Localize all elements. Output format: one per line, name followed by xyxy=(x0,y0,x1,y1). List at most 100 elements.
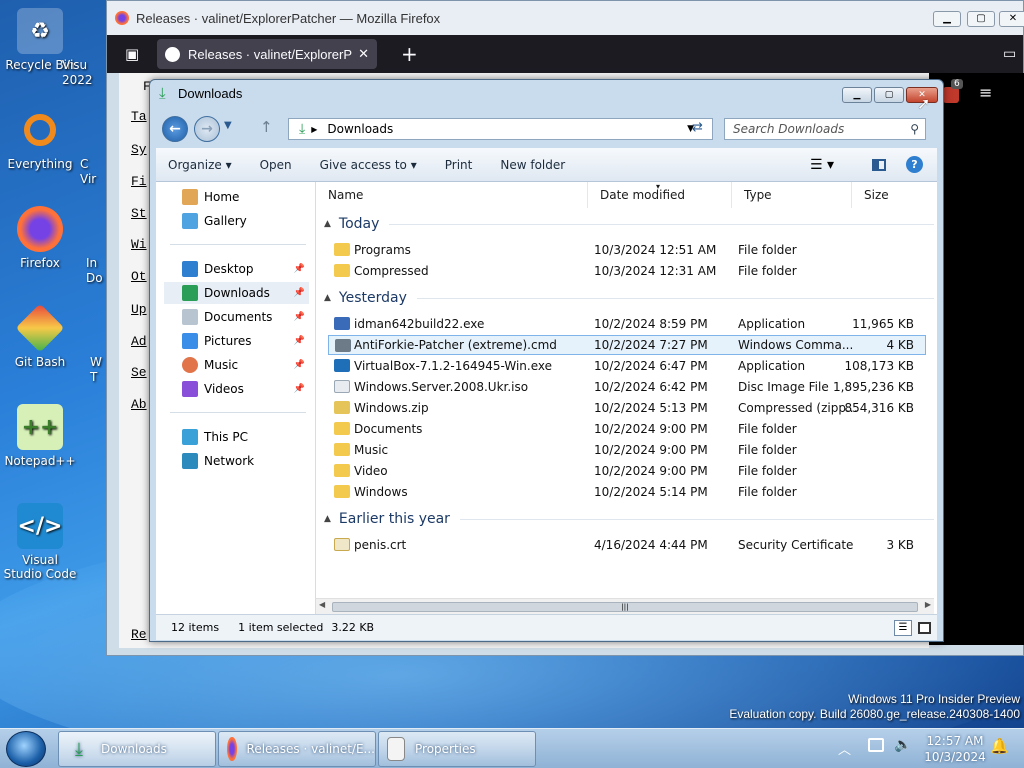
start-button[interactable] xyxy=(6,731,46,767)
back-button[interactable]: ← xyxy=(162,116,188,142)
page-link[interactable]: Up xyxy=(131,302,147,317)
pin-icon[interactable]: 📌 xyxy=(294,288,305,298)
nav-item-videos[interactable]: Videos 📌 xyxy=(164,378,309,400)
menu-icon[interactable]: ≡ xyxy=(979,83,992,102)
close-tab-icon[interactable]: ✕ xyxy=(358,46,369,62)
page-link[interactable]: Ab xyxy=(131,397,147,412)
horizontal-scrollbar[interactable]: ◀ ||| ▶ xyxy=(316,598,934,614)
desktop-icon-everything[interactable]: Everything xyxy=(2,107,78,171)
file-row[interactable]: VirtualBox-7.1.2-164945-Win.exe 10/2/2024… xyxy=(328,356,926,376)
page-link[interactable]: Ad xyxy=(131,334,147,349)
page-link[interactable]: Fi xyxy=(131,174,147,189)
new-folder-button[interactable]: New folder xyxy=(486,158,579,172)
scroll-right-icon[interactable]: ▶ xyxy=(925,600,931,609)
explorer-window: ⤓ Downloads ▁ ▢ ✕ ➚ ← → ▼ ↑ ⤓ ▶ Download… xyxy=(149,79,944,642)
new-tab-button[interactable]: + xyxy=(401,42,418,66)
taskbar-button-firefox[interactable]: Releases · valinet/E... xyxy=(218,731,376,767)
desktop-icon-git-bash[interactable]: Git Bash xyxy=(2,303,78,369)
give-access-button[interactable]: Give access to ▾ xyxy=(306,158,431,172)
scrollbar-thumb[interactable]: ||| xyxy=(332,602,918,612)
file-row-selected[interactable]: AntiForkie-Patcher (extreme).cmd 10/2/202… xyxy=(328,335,926,355)
breadcrumb[interactable]: Downloads xyxy=(327,122,393,136)
pin-icon[interactable]: 📌 xyxy=(294,312,305,322)
page-link[interactable]: Ot xyxy=(131,269,147,284)
downloads-arrow-icon: ⤓ xyxy=(299,121,306,137)
folder-icon xyxy=(334,243,350,256)
minimize-button[interactable]: ▁ xyxy=(842,87,872,103)
column-header-type[interactable]: Type xyxy=(732,182,852,208)
nav-item-documents[interactable]: Documents 📌 xyxy=(164,306,309,328)
file-row[interactable]: Music 10/2/2024 9:00 PM File folder xyxy=(328,440,926,460)
tab-overview-icon[interactable]: ▣ xyxy=(125,45,139,63)
file-row[interactable]: Windows 10/2/2024 5:14 PM File folder xyxy=(328,482,926,502)
column-header-date[interactable]: Date modified ▾ xyxy=(588,182,732,208)
file-row[interactable]: Programs 10/3/2024 12:51 AM File folder xyxy=(328,240,926,260)
volume-tray-icon[interactable]: 🔈 xyxy=(894,737,911,753)
nav-item-music[interactable]: Music 📌 xyxy=(164,354,309,376)
nav-item-gallery[interactable]: Gallery xyxy=(164,210,309,232)
group-header-earlier-this-year[interactable]: ▲ Earlier this year xyxy=(324,511,934,527)
address-bar[interactable]: ⤓ ▶ Downloads ▼ xyxy=(288,118,713,140)
page-link[interactable]: Sy xyxy=(131,142,147,157)
desktop-icon-firefox[interactable]: Firefox xyxy=(2,206,78,270)
taskbar-button-downloads[interactable]: ⤓ Downloads xyxy=(58,731,216,767)
file-row[interactable]: Video 10/2/2024 9:00 PM File folder xyxy=(328,461,926,481)
preview-pane-icon[interactable] xyxy=(872,158,886,171)
pin-icon[interactable]: 📌 xyxy=(294,384,305,394)
view-options-icon[interactable]: ☰ ▾ xyxy=(810,157,834,173)
extension-icon[interactable] xyxy=(943,87,959,103)
column-header-size[interactable]: Size xyxy=(852,182,934,208)
column-header-name[interactable]: Name xyxy=(316,182,588,208)
close-button[interactable]: ✕ xyxy=(999,11,1024,27)
recent-locations-icon[interactable]: ▼ xyxy=(224,120,232,131)
help-icon[interactable]: ? xyxy=(906,156,923,173)
tiles-view-icon[interactable] xyxy=(918,621,931,634)
file-row[interactable]: idman642build22.exe 10/2/2024 8:59 PM Appl… xyxy=(328,314,926,334)
search-input[interactable]: Search Downloads ⚲ xyxy=(724,118,926,140)
desktop-icon-vscode[interactable]: </> Visual Studio Code xyxy=(2,503,78,581)
forward-button[interactable]: → xyxy=(194,116,220,142)
tab-releases[interactable]: Releases · valinet/ExplorerPatch ✕ xyxy=(157,39,377,69)
file-row[interactable]: penis.crt 4/16/2024 4:44 PM Security Certi… xyxy=(328,535,926,555)
up-arrow-icon[interactable]: ↑ xyxy=(260,118,273,136)
file-row[interactable]: Windows.Server.2008.Ukr.iso 10/2/2024 6:4… xyxy=(328,377,926,397)
nav-item-network[interactable]: Network xyxy=(164,450,309,472)
print-button[interactable]: Print xyxy=(431,158,487,172)
search-icon[interactable]: ⚲ xyxy=(910,122,919,136)
scroll-left-icon[interactable]: ◀ xyxy=(319,600,325,609)
nav-item-this-pc[interactable]: This PC xyxy=(164,426,309,448)
sidebar-icon[interactable]: ▭ xyxy=(1003,46,1016,62)
nav-item-home[interactable]: Home xyxy=(164,186,309,208)
file-row[interactable]: Compressed 10/3/2024 12:31 AM File folder xyxy=(328,261,926,281)
nav-item-desktop[interactable]: Desktop 📌 xyxy=(164,258,309,280)
group-header-today[interactable]: ▲ Today xyxy=(324,216,934,232)
page-link[interactable]: St xyxy=(131,206,147,221)
taskbar-clock[interactable]: 12:57 AM 10/3/2024 xyxy=(920,733,990,765)
pin-icon[interactable]: 📌 xyxy=(294,360,305,370)
nav-item-pictures[interactable]: Pictures 📌 xyxy=(164,330,309,352)
group-header-yesterday[interactable]: ▲ Yesterday xyxy=(324,290,934,306)
organize-button[interactable]: Organize ▾ xyxy=(156,158,246,172)
file-row[interactable]: Documents 10/2/2024 9:00 PM File folder xyxy=(328,419,926,439)
nav-item-downloads[interactable]: Downloads 📌 xyxy=(164,282,309,304)
tray-expand-icon[interactable]: ︿ xyxy=(838,739,851,758)
details-view-icon[interactable]: ☰ xyxy=(894,619,912,636)
network-tray-icon[interactable] xyxy=(868,738,884,752)
page-link[interactable]: Se xyxy=(131,365,147,380)
file-list: Name Date modified ▾ Type Size ▲ Today Pro… xyxy=(316,182,937,614)
notification-bell-icon[interactable]: 🔔 xyxy=(990,737,1009,755)
refresh-icon[interactable]: ⇄ xyxy=(692,120,703,135)
minimize-button[interactable]: ▁ xyxy=(933,11,961,27)
pin-icon[interactable]: 📌 xyxy=(294,336,305,346)
maximize-button[interactable]: ▢ xyxy=(874,87,904,103)
desktop-icon-notepad-plus-plus[interactable]: ++ Notepad++ xyxy=(2,404,78,468)
maximize-button[interactable]: ▢ xyxy=(967,11,995,27)
file-row[interactable]: Windows.zip 10/2/2024 5:13 PM Compressed (… xyxy=(328,398,926,418)
open-button[interactable]: Open xyxy=(246,158,306,172)
page-link[interactable]: Re xyxy=(131,627,147,642)
taskbar-button-properties[interactable]: Properties xyxy=(378,731,536,767)
exe-icon xyxy=(334,317,350,330)
pin-icon[interactable]: 📌 xyxy=(294,264,305,274)
page-link[interactable]: Ta xyxy=(131,109,147,124)
page-link[interactable]: Wi xyxy=(131,237,147,252)
